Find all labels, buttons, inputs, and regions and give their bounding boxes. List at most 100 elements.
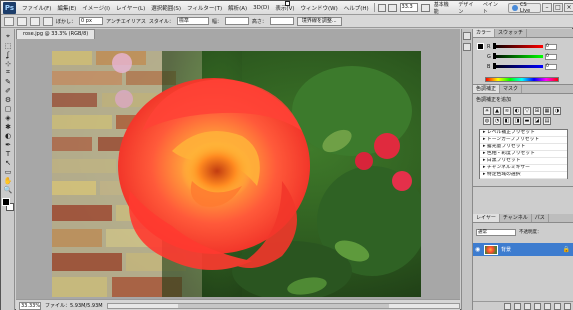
brush-tool-icon[interactable]: ⚙ bbox=[3, 95, 13, 104]
fx-icon[interactable] bbox=[514, 303, 521, 310]
selective-color-icon[interactable]: ▤ bbox=[543, 117, 551, 125]
mask-icon[interactable] bbox=[524, 303, 531, 310]
list-item[interactable]: ▸ 特定色域の選択 bbox=[480, 172, 567, 179]
photo-filter-icon[interactable]: ◍ bbox=[483, 117, 491, 125]
folder-icon[interactable] bbox=[544, 303, 551, 310]
menu-select[interactable]: 選択範囲(S) bbox=[148, 4, 184, 12]
red-slider[interactable] bbox=[493, 43, 543, 49]
red-value[interactable]: 0 bbox=[545, 43, 557, 50]
close-button[interactable]: × bbox=[564, 3, 573, 12]
black-white-icon[interactable]: ◑ bbox=[553, 107, 561, 115]
menu-filter[interactable]: フィルター(T) bbox=[184, 4, 225, 12]
history-brush-tool-icon[interactable]: ◈ bbox=[3, 113, 13, 122]
horizontal-scrollbar[interactable] bbox=[106, 302, 460, 309]
hue-saturation-icon[interactable]: ⊞ bbox=[533, 107, 541, 115]
menu-file[interactable]: ファイル(F) bbox=[19, 4, 54, 12]
arrange-docs-button[interactable] bbox=[421, 3, 430, 12]
hand-tool-icon[interactable]: ✋ bbox=[3, 176, 13, 185]
invert-icon[interactable]: ◧ bbox=[503, 117, 511, 125]
threshold-icon[interactable]: ▬ bbox=[523, 117, 531, 125]
lasso-tool-icon[interactable]: ʆ bbox=[3, 50, 13, 59]
eraser-tool-icon[interactable]: ✱ bbox=[3, 122, 13, 131]
list-item[interactable]: ▸ レベル補正プリセット bbox=[480, 130, 567, 137]
bridge-button[interactable] bbox=[377, 3, 387, 12]
blue-value[interactable]: 0 bbox=[545, 63, 557, 70]
curves-icon[interactable]: ≋ bbox=[503, 107, 511, 115]
tab-channels[interactable]: チャンネル bbox=[500, 214, 532, 222]
maximize-button[interactable]: □ bbox=[553, 3, 563, 12]
tab-paths[interactable]: パス bbox=[532, 214, 549, 222]
list-item[interactable]: ▸ チャンネルミキサー bbox=[480, 165, 567, 172]
style-select[interactable]: 標準 bbox=[176, 17, 209, 25]
list-item[interactable]: ▸ 色相・彩度プリセット bbox=[480, 151, 567, 158]
antialias-checkbox[interactable]: アンチエイリアス bbox=[106, 18, 146, 25]
channel-mixer-icon[interactable]: ◔ bbox=[493, 117, 501, 125]
tool-preset-icon[interactable] bbox=[4, 16, 14, 26]
menu-image[interactable]: イメージ(I) bbox=[79, 4, 113, 12]
gradient-tool-icon[interactable]: ◐ bbox=[3, 131, 13, 140]
quick-select-tool-icon[interactable]: ⊹ bbox=[3, 59, 13, 68]
crop-tool-icon[interactable]: ⌗ bbox=[3, 68, 13, 77]
shape-tool-icon[interactable]: ▭ bbox=[3, 167, 13, 176]
menu-window[interactable]: ウィンドウ(W) bbox=[297, 4, 340, 12]
green-value[interactable]: 0 bbox=[545, 53, 557, 60]
blend-mode-select[interactable]: 通常 bbox=[476, 228, 516, 236]
move-tool-icon[interactable]: ⌖ bbox=[3, 32, 13, 41]
posterize-icon[interactable]: ◨ bbox=[513, 117, 521, 125]
green-knob[interactable] bbox=[493, 53, 496, 59]
list-item[interactable]: ▸ トーンカーブプリセット bbox=[480, 137, 567, 144]
exposure-icon[interactable]: ◐ bbox=[513, 107, 521, 115]
eye-icon[interactable]: ◉ bbox=[475, 246, 481, 253]
scroll-thumb[interactable] bbox=[177, 303, 389, 308]
blue-slider[interactable] bbox=[493, 63, 543, 69]
red-knob[interactable] bbox=[493, 43, 496, 49]
feather-input[interactable]: 0 px bbox=[79, 17, 104, 25]
menu-help[interactable]: ヘルプ(H) bbox=[341, 4, 372, 12]
gradient-map-icon[interactable]: ◪ bbox=[533, 117, 541, 125]
marquee-tool-icon[interactable]: ⬚ bbox=[3, 41, 13, 50]
vibrance-icon[interactable]: ▽ bbox=[523, 107, 531, 115]
image-canvas[interactable] bbox=[52, 51, 421, 297]
workspace-essentials[interactable]: 基本機能 bbox=[431, 1, 456, 15]
tab-adjustments[interactable]: 色調補正 bbox=[473, 85, 501, 93]
list-item[interactable]: ▸ 白黒プリセット bbox=[480, 158, 567, 165]
minimize-button[interactable]: – bbox=[542, 3, 552, 12]
green-slider[interactable] bbox=[493, 53, 543, 59]
subtract-selection-icon[interactable] bbox=[43, 16, 53, 26]
width-input[interactable] bbox=[224, 17, 249, 25]
color-panel-swatch[interactable] bbox=[477, 43, 484, 50]
path-select-tool-icon[interactable]: ↖ bbox=[3, 158, 13, 167]
layer-row-background[interactable]: ◉ 背景 🔒 bbox=[473, 243, 573, 256]
tab-swatches[interactable]: スウォッチ bbox=[495, 29, 528, 37]
menu-3d[interactable]: 3D(D) bbox=[250, 5, 272, 11]
new-adjustment-icon[interactable] bbox=[534, 303, 541, 310]
cs-live-button[interactable]: CS Live bbox=[508, 2, 541, 14]
refine-edge-button[interactable]: 境界線を調整... bbox=[296, 16, 342, 26]
type-tool-icon[interactable]: T bbox=[3, 149, 13, 158]
new-selection-icon[interactable] bbox=[17, 16, 27, 26]
foreground-color-swatch[interactable] bbox=[2, 198, 10, 206]
zoom-tool-icon[interactable]: 🔍 bbox=[3, 185, 13, 194]
minibridge-button[interactable] bbox=[388, 3, 397, 12]
trash-icon[interactable] bbox=[564, 303, 571, 310]
blue-knob[interactable] bbox=[493, 63, 496, 69]
menu-analysis[interactable]: 解析(A) bbox=[225, 4, 250, 12]
document-tab[interactable]: rose.jpg @ 33.3% (RGB/8) bbox=[16, 29, 96, 39]
brightness-icon[interactable]: ☀ bbox=[483, 107, 491, 115]
eyedropper-tool-icon[interactable]: ✎ bbox=[3, 77, 13, 86]
levels-icon[interactable]: ▲ bbox=[493, 107, 501, 115]
workspace-painting[interactable]: ペイント bbox=[480, 1, 505, 15]
stamp-tool-icon[interactable]: ▢ bbox=[3, 104, 13, 113]
info-panel-icon[interactable] bbox=[463, 43, 471, 51]
tab-masks[interactable]: マスク bbox=[500, 85, 523, 93]
color-spectrum[interactable] bbox=[485, 77, 559, 82]
menu-edit[interactable]: 編集(E) bbox=[54, 4, 79, 12]
color-balance-icon[interactable]: ▦ bbox=[543, 107, 551, 115]
zoom-level-field[interactable]: 33.3 bbox=[399, 3, 419, 12]
healing-tool-icon[interactable]: ✐ bbox=[3, 86, 13, 95]
link-icon[interactable] bbox=[504, 303, 511, 310]
pen-tool-icon[interactable]: ✒ bbox=[3, 140, 13, 149]
history-panel-icon[interactable] bbox=[463, 32, 471, 40]
tab-color[interactable]: カラー bbox=[473, 29, 496, 37]
menu-layer[interactable]: レイヤー(L) bbox=[113, 4, 148, 12]
